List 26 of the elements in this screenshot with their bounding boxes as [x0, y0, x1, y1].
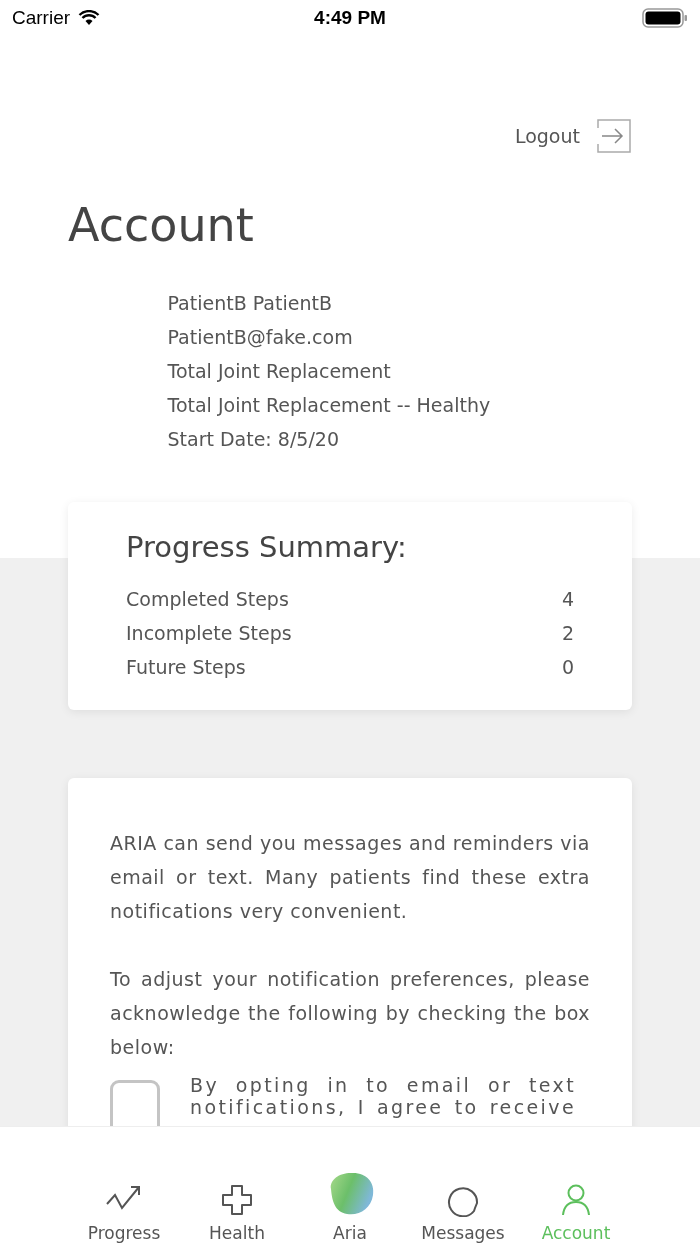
- profile-detail: Start Date: 8/5/20: [167, 427, 340, 452]
- tab-item[interactable]: Aria: [293, 1163, 407, 1243]
- profile-detail: PatientB PatientB: [167, 291, 333, 316]
- tab-item[interactable]: Messages: [406, 1163, 520, 1243]
- status-time: 4:49 PM: [314, 7, 386, 29]
- page-title: Account: [68, 198, 255, 252]
- consent-text: By opting in to email or text notifications, I agree to receive: [190, 1074, 576, 1120]
- profile-detail: PatientB@fake.com: [167, 325, 354, 350]
- step-count: 2: [561, 621, 574, 646]
- wifi-icon: [78, 10, 101, 26]
- profile-detail: Total Joint Replacement: [167, 359, 392, 384]
- tab-item[interactable]: Progress: [67, 1163, 181, 1243]
- step-count: 4: [561, 587, 574, 612]
- logout-icon: [596, 118, 632, 154]
- step-label: Completed Steps: [126, 587, 289, 612]
- step-label: Future Steps: [126, 655, 246, 680]
- step-label: Incomplete Steps: [126, 621, 292, 646]
- tab-item[interactable]: Health: [180, 1163, 294, 1243]
- notification-text: To adjust your notification preferences, please acknowledge the following by checking the box below:: [110, 967, 590, 1060]
- profile-detail: Total Joint Replacement -- Healthy: [167, 393, 492, 418]
- step-count: 0: [561, 655, 574, 680]
- logout-button[interactable]: Logout: [514, 118, 632, 154]
- carrier-label: Carrier: [12, 7, 71, 29]
- card-title: Progress Summary:: [126, 530, 408, 564]
- notification-text: ARIA can send you messages and reminders via email or text. Many patients find these extra notifications very convenient.: [110, 831, 590, 924]
- battery-icon: [642, 8, 688, 28]
